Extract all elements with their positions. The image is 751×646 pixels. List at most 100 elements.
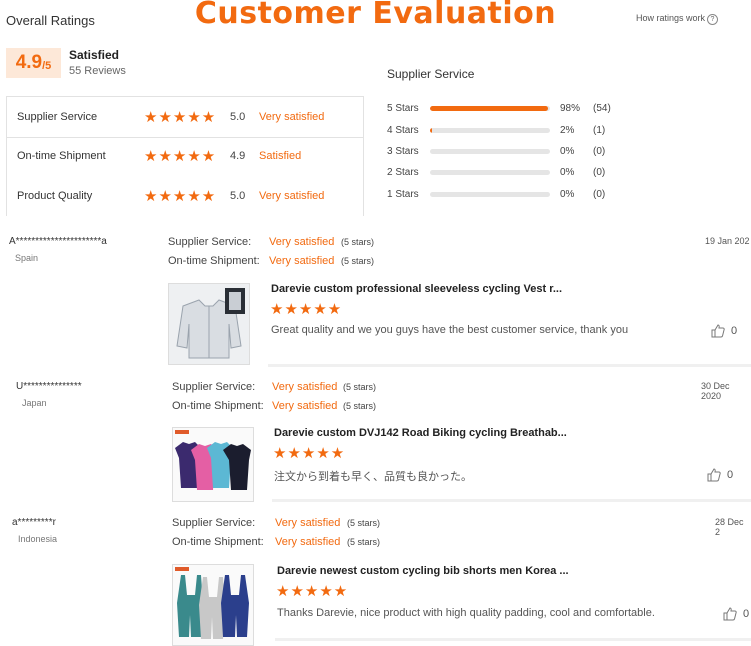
like-count: 0	[727, 469, 734, 481]
rating-label: On-time Shipment	[17, 150, 106, 162]
dist-pct: 0%	[560, 188, 575, 200]
product-image-jerseys[interactable]	[172, 427, 254, 502]
supplier-service-value: Very satisfied	[272, 381, 338, 393]
supplier-service-value: Very satisfied	[275, 517, 341, 529]
like-button[interactable]: 0	[707, 468, 733, 482]
distribution-row: 5 Stars 98% (54)	[387, 101, 611, 115]
shipment-label: On-time Shipment:	[168, 255, 260, 267]
dist-bar	[430, 148, 550, 154]
reviewer-country: Spain	[15, 253, 39, 263]
rating-score: 5.0	[230, 111, 246, 123]
reviewer-name: U***************	[16, 381, 82, 392]
dist-fill	[430, 127, 433, 133]
supplier-service-stars: (5 stars)	[343, 382, 377, 392]
rating-score: 5.0	[230, 190, 246, 202]
rating-stars: ★★★★★	[144, 109, 217, 126]
rating-desc: Very satisfied	[259, 111, 325, 123]
product-title[interactable]: Darevie newest custom cycling bib shorts…	[277, 565, 569, 577]
dist-bar	[430, 191, 550, 197]
rating-label: Product Quality	[17, 190, 93, 202]
rating-label: Supplier Service	[17, 111, 98, 123]
shipment-value: Very satisfied	[275, 536, 341, 548]
dist-pct: 2%	[560, 124, 575, 136]
rating-row-supplier-service[interactable]: Supplier Service ★★★★★ 5.0 Very satisfie…	[6, 96, 364, 138]
supplier-service-value: Very satisfied	[269, 236, 335, 248]
rating-row-product-quality[interactable]: Product Quality ★★★★★ 5.0 Very satisfied	[7, 176, 363, 216]
dist-bar	[430, 169, 550, 175]
reviewer-name: A**********************a	[9, 236, 107, 247]
overall-score: 4.9	[15, 52, 43, 73]
dist-bar	[430, 127, 550, 133]
product-title[interactable]: Darevie custom professional sleeveless c…	[271, 283, 562, 295]
dist-pct: 0%	[560, 166, 575, 178]
reviewer-country: Indonesia	[18, 534, 58, 544]
product-image-bib-shorts[interactable]	[172, 564, 254, 646]
rating-stars: ★★★★★	[144, 148, 217, 165]
distribution-row: 1 Stars 0% (0)	[387, 187, 605, 201]
review-stars: ★★★★★	[273, 445, 346, 462]
review-text: Thanks Darevie, nice product with high q…	[277, 607, 655, 619]
shipment-label: On-time Shipment:	[172, 400, 264, 412]
supplier-service-label: Supplier Service:	[172, 517, 256, 529]
reviews-count: 55 Reviews	[69, 65, 126, 77]
like-button[interactable]: 0	[723, 607, 749, 621]
dist-count: (1)	[593, 124, 606, 136]
shipment-stars: (5 stars)	[343, 401, 377, 411]
review-date: 28 Dec 2	[715, 517, 744, 537]
thumbs-up-icon	[723, 607, 737, 621]
dist-label: 4 Stars	[387, 124, 419, 136]
supplier-service-stars: (5 stars)	[347, 518, 381, 528]
rating-score: 4.9	[230, 150, 246, 162]
review-text: 注文から到着も早く、品質も良かった。	[274, 471, 472, 483]
supplier-service-label: Supplier Service:	[168, 236, 252, 248]
shipment-label: On-time Shipment:	[172, 536, 264, 548]
rating-row-on-time-shipment[interactable]: On-time Shipment ★★★★★ 4.9 Satisfied	[7, 136, 363, 176]
reviewer-name: a*********r	[12, 517, 56, 528]
supplier-service-label: Supplier Service:	[172, 381, 256, 393]
rating-desc: Satisfied	[259, 150, 302, 162]
overall-status: Satisfied	[69, 48, 120, 62]
review-divider	[272, 499, 751, 502]
review-date: 19 Jan 202	[705, 236, 750, 246]
dist-count: (0)	[593, 166, 606, 178]
rating-stars: ★★★★★	[144, 188, 217, 205]
reviewer-country: Japan	[22, 398, 47, 408]
dist-count: (0)	[593, 145, 606, 157]
distribution-row: 3 Stars 0% (0)	[387, 144, 605, 158]
product-image-vest[interactable]	[168, 283, 250, 365]
overall-score-max: /5	[42, 59, 52, 72]
dist-label: 2 Stars	[387, 166, 419, 178]
review-text: Great quality and we you guys have the b…	[271, 324, 629, 336]
dist-label: 1 Stars	[387, 188, 419, 200]
dist-pct: 0%	[560, 145, 575, 157]
dist-pct: 98%	[560, 102, 581, 114]
review-stars: ★★★★★	[270, 301, 343, 318]
like-button[interactable]: 0	[711, 324, 737, 338]
dist-label: 3 Stars	[387, 145, 419, 157]
rating-desc: Very satisfied	[259, 190, 325, 202]
review-stars: ★★★★★	[276, 583, 349, 600]
like-count: 0	[731, 325, 738, 337]
dist-fill	[430, 105, 548, 111]
supplier-service-stars: (5 stars)	[341, 237, 375, 247]
distribution-title: Supplier Service	[387, 67, 475, 81]
dist-count: (54)	[593, 102, 611, 114]
help-question-icon[interactable]: ?	[707, 14, 718, 25]
how-ratings-work-link[interactable]: How ratings work	[636, 13, 705, 23]
dist-label: 5 Stars	[387, 102, 419, 114]
shipment-value: Very satisfied	[269, 255, 335, 267]
like-count: 0	[743, 608, 750, 620]
product-title[interactable]: Darevie custom DVJ142 Road Biking cyclin…	[274, 427, 567, 439]
overall-score-badge: 4.9 /5	[6, 48, 61, 78]
shipment-stars: (5 stars)	[341, 256, 375, 266]
ratings-breakdown: Supplier Service ★★★★★ 5.0 Very satisfie…	[6, 96, 364, 216]
distribution-row: 2 Stars 0% (0)	[387, 165, 605, 179]
dist-bar	[430, 105, 550, 111]
shipment-stars: (5 stars)	[347, 537, 381, 547]
thumbs-up-icon	[707, 468, 721, 482]
review-divider	[268, 364, 751, 367]
shipment-value: Very satisfied	[272, 400, 338, 412]
overall-ratings-title: Overall Ratings	[6, 13, 95, 28]
review-divider	[275, 638, 751, 641]
distribution-row: 4 Stars 2% (1)	[387, 123, 605, 137]
